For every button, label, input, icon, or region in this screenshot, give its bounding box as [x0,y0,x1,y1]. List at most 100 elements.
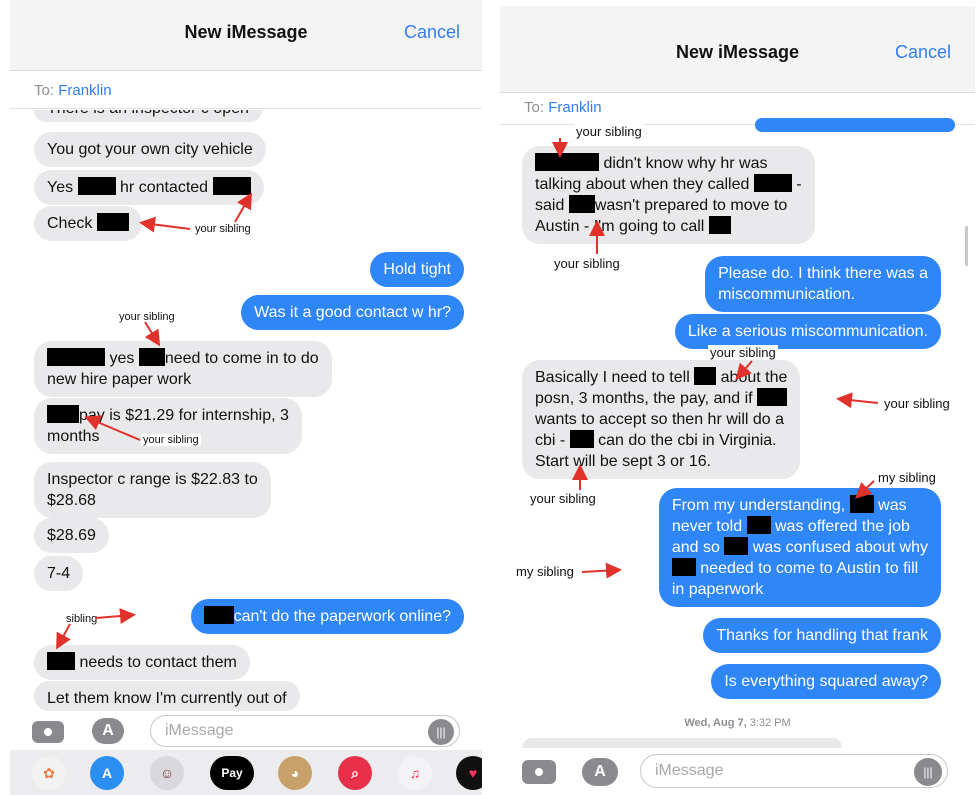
arrow [139,216,191,233]
message-bubble-outgoing[interactable]: Is everything squared away? [711,664,941,699]
scrollbar[interactable] [965,226,968,266]
message-text: need to come in to do [164,350,319,367]
redaction-box [77,177,116,195]
message-text: can do the cbi in Virginia. [598,432,777,449]
message-bubble-outgoing[interactable]: can't do the paperwork online? [190,599,464,634]
nav-bar: New iMessage Cancel [500,6,975,93]
app-store-icon[interactable]: A [92,718,124,744]
annotation-label: your sibling [528,491,598,506]
message-text: Let them know I'm currently out of [47,690,287,707]
annotation-label: your sibling [882,396,952,411]
app-store-icon[interactable]: A [90,756,124,790]
cancel-button[interactable]: Cancel [895,42,951,63]
redaction-box [746,516,771,534]
redaction-box [203,606,234,624]
message-text: can't do the paperwork online? [233,608,451,625]
message-bubble-incoming[interactable]: needs to contact them [34,645,250,680]
message-text: 7-4 [47,565,71,582]
arrow [144,321,161,347]
message-text: needs to contact them [79,654,237,671]
redaction-box [535,153,599,171]
divider [10,108,482,109]
message-text: Yes [47,179,74,196]
message-bubble-incoming[interactable]: didn't know why hr was talking about whe… [522,146,815,244]
message-text: in paperwork [671,581,764,598]
camera-icon[interactable] [32,721,64,743]
arrow [836,392,879,409]
arrow [95,608,136,624]
message-bubble-incoming[interactable]: Basically I need to tell about the posn,… [522,360,801,479]
annotation-label: my sibling [514,564,576,579]
message-text: Is everything squared away? [724,673,928,690]
monkey-icon[interactable]: ◕ [278,756,312,790]
apple-pay-icon[interactable]: Pay [210,756,254,790]
message-text: was offered the job [775,518,910,535]
message-bubble-outgoing[interactable]: Was it a good contact w hr? [241,295,464,330]
annotation-label: your sibling [708,345,778,360]
timestamp-day: Wed, Aug 7, [684,717,747,729]
message-input[interactable]: iMessage [150,715,460,747]
redaction-box [47,405,79,423]
message-bubble-incoming[interactable]: Let them know I'm currently out of [34,681,300,711]
message-text: Check [47,215,93,232]
to-field[interactable]: To: Franklin [34,82,112,99]
camera-icon[interactable] [522,760,556,784]
redaction-box [671,558,696,576]
redaction-box [96,213,129,231]
heart-icon[interactable]: ♥ [456,756,482,790]
photos-icon[interactable]: ✿ [32,756,66,790]
message-bubble-incoming[interactable]: Check [34,206,142,241]
message-bubble-incoming[interactable]: Yes hr contacted [34,170,264,205]
message-text: talking about when they called [535,176,750,193]
redaction-box [47,348,105,366]
recipient-name[interactable]: Franklin [548,99,601,116]
message-text: hr contacted [120,179,209,196]
timestamp-time: 3:32 PM [749,717,791,729]
message-text: cbi - [535,432,566,449]
message-text: needed to come to Austin to fill [700,560,919,577]
memoji-icon[interactable]: ☺ [150,756,184,790]
message-input[interactable]: iMessage [640,754,948,788]
redaction-box [212,177,251,195]
to-label: To: [34,82,55,99]
redaction-box [568,195,595,213]
annotation-label: your sibling [552,256,622,271]
right-screenshot: New iMessage Cancel To: Franklin didn't … [500,0,975,795]
recipient-name[interactable]: Franklin [58,82,111,99]
redaction-box [753,174,792,192]
annotation-label: your sibling [117,311,177,323]
microphone-icon[interactable]: ||| [428,719,454,745]
message-bubble-incoming[interactable]: 7-4 [34,556,84,591]
message-bubble-outgoing[interactable]: Hold tight [370,252,464,287]
message-bubble-incoming[interactable]: You got your own city vehicle [34,132,266,167]
message-text: was [878,497,907,514]
music-icon[interactable]: ♫ [398,756,432,790]
timestamp: Wed, Aug 7, 3:32 PM [500,717,975,729]
message-bubble-outgoing[interactable]: Like a serious miscommunication. [674,314,941,349]
message-text: Basically I need to tell [535,369,690,386]
microphone-icon[interactable]: ||| [914,758,942,786]
to-field[interactable]: To: Franklin [524,99,602,116]
search-icon[interactable]: ⌕ [338,756,372,790]
message-bubble-incoming[interactable]: $28.69 [34,518,109,553]
message-bubble-outgoing[interactable]: From my understanding, was never told wa… [658,488,941,607]
message-bubble-outgoing[interactable]: Thanks for handling that frank [703,618,941,653]
message-bubble-outgoing[interactable]: Please do. I think there was a miscommun… [705,256,941,312]
cancel-button[interactable]: Cancel [404,22,460,43]
message-bubble-incoming[interactable]: Inspector c range is $22.83 to $28.68 [34,462,271,518]
message-bubble-outgoing[interactable] [755,118,955,132]
message-text: miscommunication. [718,286,856,303]
arrow [581,562,622,579]
redaction-box [757,388,788,406]
redaction-box [708,216,731,234]
message-text: didn't know why hr was [603,155,768,172]
message-bubble-incoming[interactable]: yes need to come in to do new hire paper… [34,341,332,397]
app-store-icon[interactable]: A [582,758,618,786]
annotation-label: my sibling [876,470,938,485]
nav-bar: New iMessage Cancel [10,0,482,71]
message-text: $28.68 [47,492,96,509]
arrow [56,623,71,650]
message-text: never told [671,518,743,535]
message-bubble-incoming[interactable]: There is an inspector c open [34,110,262,122]
redaction-box [569,430,594,448]
